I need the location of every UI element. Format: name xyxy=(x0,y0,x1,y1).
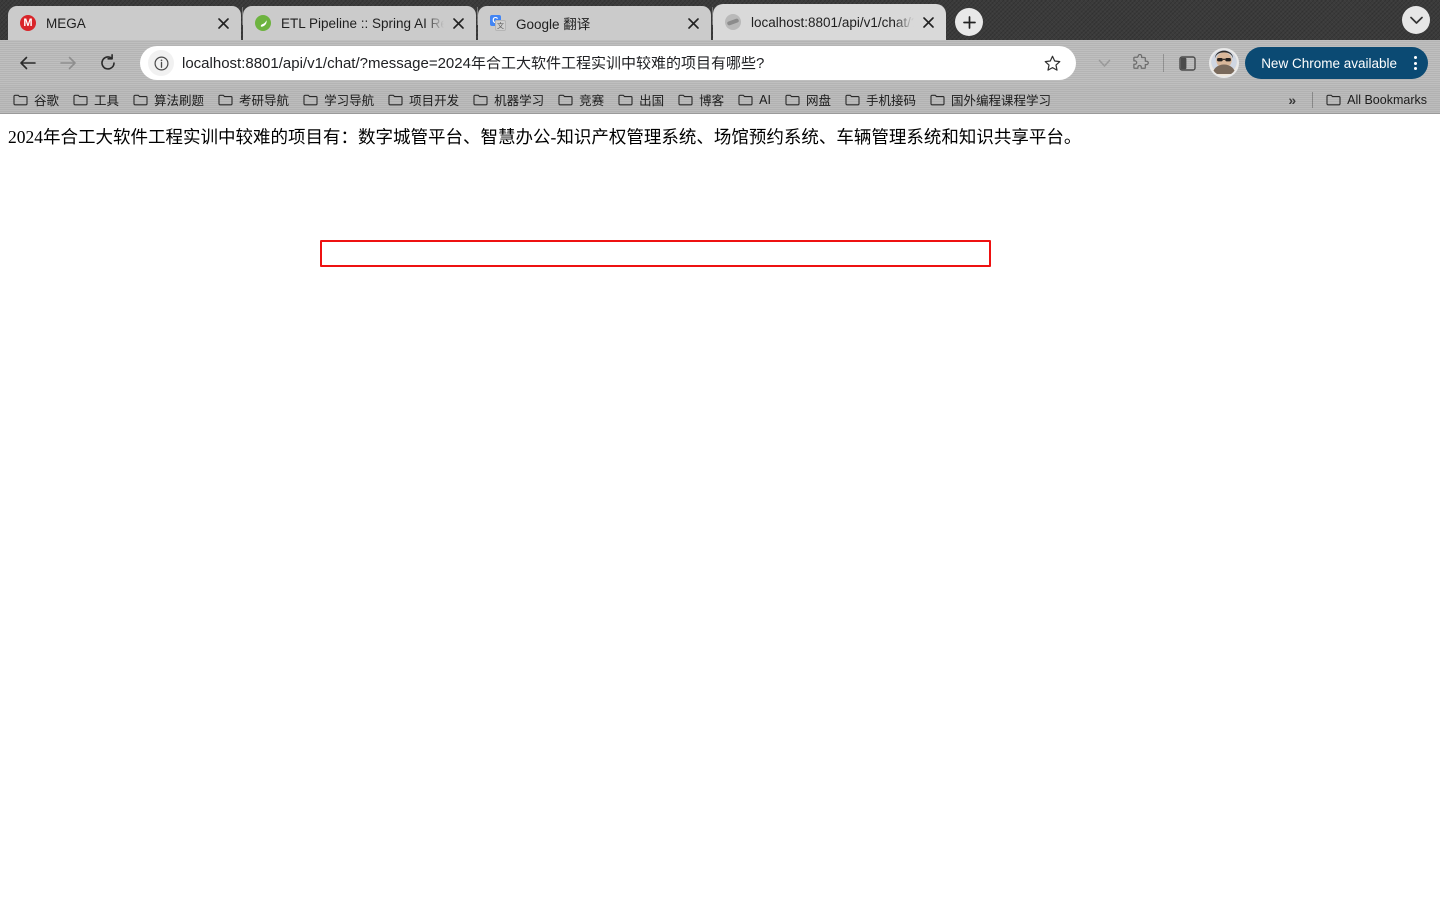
bookmark-folder-5[interactable]: 项目开发 xyxy=(381,89,466,111)
bookmark-label: 谷歌 xyxy=(34,94,60,108)
tab-search-button[interactable] xyxy=(1402,6,1430,34)
folder-icon xyxy=(388,93,403,106)
chevron-down-icon[interactable] xyxy=(1089,48,1119,78)
forward-button[interactable] xyxy=(52,47,84,79)
bookmark-label: 出国 xyxy=(639,94,665,108)
address-bar[interactable]: localhost:8801/api/v1/chat/?message=2024… xyxy=(140,46,1077,80)
bookmark-label: 项目开发 xyxy=(409,94,460,108)
bookmark-label: 学习导航 xyxy=(324,94,375,108)
bookmark-label: AI xyxy=(759,92,771,107)
bookmark-label: 机器学习 xyxy=(494,94,545,108)
folder-icon xyxy=(218,93,233,106)
browser-tab-google-translate[interactable]: G 文 Google 翻译 xyxy=(478,6,711,40)
url-text[interactable]: localhost:8801/api/v1/chat/?message=2024… xyxy=(174,56,1038,71)
bookmark-label: 网盘 xyxy=(805,94,831,108)
kebab-menu-icon[interactable] xyxy=(1409,56,1422,70)
bookmark-label: 国外编程课程学习 xyxy=(951,94,1052,108)
folder-icon xyxy=(618,93,633,106)
bookmark-folder-0[interactable]: 谷歌 xyxy=(6,89,66,111)
browser-tab-spring[interactable]: ETL Pipeline :: Spring AI Refer xyxy=(243,6,476,40)
folder-icon xyxy=(678,93,693,106)
tab-title: localhost:8801/api/v1/chat/?m xyxy=(751,14,914,30)
bookmark-label: 考研导航 xyxy=(239,94,290,108)
folder-icon xyxy=(785,93,800,106)
bookmark-folder-11[interactable]: 网盘 xyxy=(778,89,838,111)
browser-tab-mega[interactable]: M MEGA xyxy=(8,6,241,40)
bookmarks-overflow-button[interactable]: » xyxy=(1278,92,1306,108)
close-icon[interactable] xyxy=(448,13,468,33)
spring-leaf-icon xyxy=(255,15,271,31)
folder-icon xyxy=(73,93,88,106)
page-content: 2024年合工大软件工程实训中较难的项目有：数字城管平台、智慧办公-知识产权管理… xyxy=(0,114,1440,900)
folder-icon xyxy=(930,93,945,106)
all-bookmarks-button[interactable]: All Bookmarks xyxy=(1319,89,1434,111)
mega-icon: M xyxy=(20,15,36,31)
answer-annotation-box xyxy=(320,240,991,267)
tab-title: MEGA xyxy=(46,15,86,31)
close-icon[interactable] xyxy=(213,13,233,33)
bookmark-folder-10[interactable]: AI xyxy=(731,89,778,111)
bookmark-folder-4[interactable]: 学习导航 xyxy=(296,89,381,111)
tab-strip: M MEGA ETL Pipeline :: Spring AI Refer G… xyxy=(0,0,1440,40)
bookmark-label: 工具 xyxy=(94,94,120,108)
bookmark-folder-6[interactable]: 机器学习 xyxy=(466,89,551,111)
folder-icon xyxy=(558,93,573,106)
bookmark-folder-9[interactable]: 博客 xyxy=(671,89,731,111)
chat-response-text: 2024年合工大软件工程实训中较难的项目有：数字城管平台、智慧办公-知识产权管理… xyxy=(8,127,1082,147)
bookmark-folder-7[interactable]: 竞赛 xyxy=(551,89,611,111)
side-panel-icon[interactable] xyxy=(1172,48,1202,78)
browser-tab-localhost-chat[interactable]: localhost:8801/api/v1/chat/?m xyxy=(713,4,946,40)
folder-icon xyxy=(13,93,28,106)
update-button-label: New Chrome available xyxy=(1261,55,1397,71)
browser-toolbar: localhost:8801/api/v1/chat/?message=2024… xyxy=(0,40,1440,121)
folder-icon xyxy=(473,93,488,106)
star-icon[interactable] xyxy=(1038,49,1066,77)
reload-button[interactable] xyxy=(92,47,124,79)
bookmark-folder-3[interactable]: 考研导航 xyxy=(211,89,296,111)
tab-title: ETL Pipeline :: Spring AI Refer xyxy=(281,15,444,31)
info-circle-icon[interactable] xyxy=(148,50,174,76)
bookmarks-bar: 谷歌 工具 算法刷题 考研导航 学习导航 项目开发 机器学习 竞赛 出国 博客 … xyxy=(0,86,1440,114)
folder-icon xyxy=(845,93,860,106)
globe-icon xyxy=(725,14,741,30)
bookmark-label: 算法刷题 xyxy=(154,94,205,108)
puzzle-piece-icon[interactable] xyxy=(1125,48,1155,78)
folder-icon xyxy=(738,93,753,106)
bookmark-folder-12[interactable]: 手机接码 xyxy=(838,89,923,111)
back-button[interactable] xyxy=(12,47,44,79)
tab-title: Google 翻译 xyxy=(516,17,591,32)
avatar[interactable] xyxy=(1209,48,1240,78)
google-translate-icon: G 文 xyxy=(490,15,506,31)
bookmark-label: 手机接码 xyxy=(865,94,916,108)
bookmark-label: 博客 xyxy=(699,94,725,108)
toolbar-divider xyxy=(1163,54,1165,72)
bookmark-folder-1[interactable]: 工具 xyxy=(66,89,126,111)
bookmark-folder-13[interactable]: 国外编程课程学习 xyxy=(923,89,1058,111)
close-icon[interactable] xyxy=(683,13,703,33)
new-tab-button[interactable] xyxy=(955,8,983,36)
bookmarks-divider xyxy=(1312,91,1314,108)
folder-icon xyxy=(1326,93,1341,106)
bookmark-folder-8[interactable]: 出国 xyxy=(611,89,671,111)
folder-icon xyxy=(303,93,318,106)
all-bookmarks-label: All Bookmarks xyxy=(1347,92,1427,107)
close-icon[interactable] xyxy=(918,12,938,32)
bookmark-folder-2[interactable]: 算法刷题 xyxy=(126,89,211,111)
new-chrome-available-button[interactable]: New Chrome available xyxy=(1245,47,1428,79)
bookmark-label: 竞赛 xyxy=(579,94,605,108)
folder-icon xyxy=(133,93,148,106)
